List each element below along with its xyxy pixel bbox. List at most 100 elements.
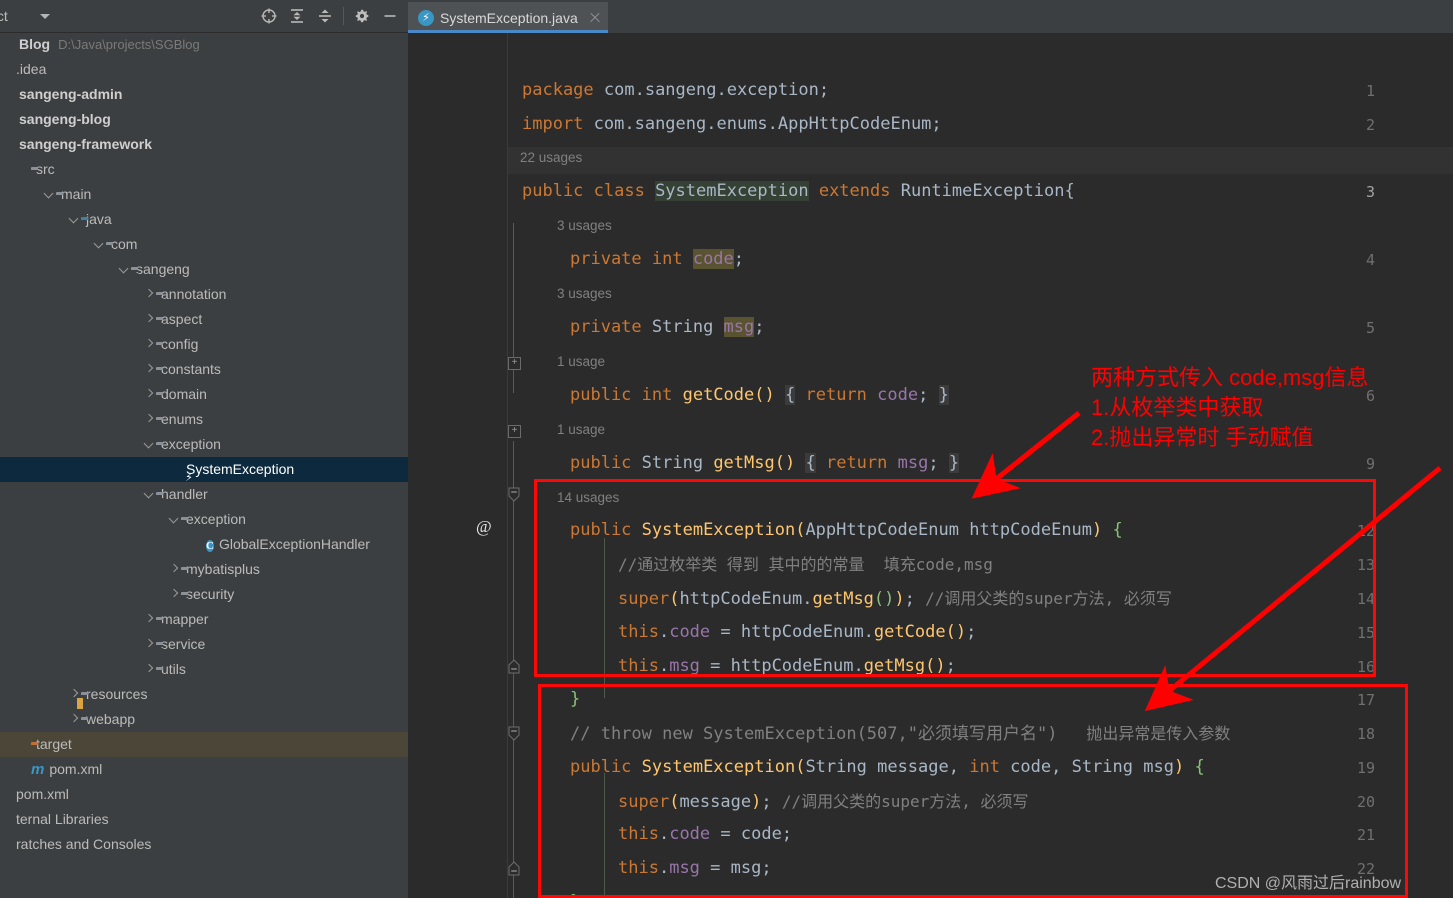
code-line-15: this.code = httpCodeEnum.getCode(); — [618, 622, 977, 642]
chevron-down-icon[interactable] — [42, 182, 56, 207]
tree-item-label: handler — [161, 486, 208, 502]
tree-item-label: resources — [86, 686, 148, 702]
tree-item-exception[interactable]: exception — [0, 507, 408, 532]
tree-item-resources[interactable]: resources — [0, 682, 408, 707]
expand-all-icon[interactable] — [283, 2, 311, 30]
tree-item-label: .idea — [16, 61, 47, 77]
tree-item-label: Blog — [19, 36, 51, 52]
project-tree[interactable]: Blog D:\Java\projects\SGBlog .idea sangeng-… — [0, 32, 408, 898]
tree-item-java[interactable]: java — [0, 207, 408, 232]
tree-item-label: src — [36, 161, 55, 177]
tree-item-service[interactable]: service — [0, 632, 408, 657]
tree-item-domain[interactable]: domain — [0, 382, 408, 407]
chevron-right-icon[interactable] — [67, 707, 81, 732]
tree-item-label: exception — [186, 511, 246, 527]
tree-item-webapp[interactable]: webapp — [0, 707, 408, 732]
tree-item-label: com — [111, 236, 138, 252]
tree-item-label: security — [186, 586, 235, 602]
chevron-right-icon[interactable] — [142, 282, 156, 307]
code-surface[interactable]: 1234569121314151617181920212223 + + @ — [408, 33, 1453, 898]
tree-item-label: target — [36, 736, 72, 752]
chevron-right-icon[interactable] — [142, 632, 156, 657]
tree-item-mybatisplus[interactable]: mybatisplus — [0, 557, 408, 582]
tree-item-label: annotation — [161, 286, 227, 302]
tree-item-label: pom.xml — [49, 761, 103, 777]
project-path-label: D:\Java\projects\SGBlog — [58, 37, 200, 52]
tree-item-label: ratches and Consoles — [16, 836, 152, 852]
chevron-right-icon[interactable] — [142, 382, 156, 407]
tree-item-sangeng-framework[interactable]: sangeng-framework — [0, 132, 408, 157]
editor-gutter[interactable] — [408, 33, 508, 898]
locate-icon[interactable] — [255, 2, 283, 30]
tree-item-label: enums — [161, 411, 204, 427]
tree-item-pom-xml[interactable]: pom.xml — [0, 782, 408, 807]
maven-icon: m — [31, 757, 44, 782]
minimize-icon[interactable] — [376, 2, 404, 30]
chevron-right-icon[interactable] — [167, 582, 181, 607]
tree-item-sangeng[interactable]: sangeng — [0, 257, 408, 282]
chevron-down-icon[interactable] — [142, 432, 156, 457]
tree-item-sangeng-admin[interactable]: sangeng-admin — [0, 82, 408, 107]
tree-item-enums[interactable]: enums — [0, 407, 408, 432]
chevron-down-icon[interactable] — [117, 257, 131, 282]
chevron-down-icon[interactable] — [167, 507, 181, 532]
tree-item-security[interactable]: security — [0, 582, 408, 607]
chevron-right-icon[interactable] — [142, 657, 156, 682]
tree-item-label: SystemException — [186, 461, 295, 477]
chevron-right-icon[interactable] — [142, 357, 156, 382]
tree-item-exception[interactable]: exception — [0, 432, 408, 457]
tree-item-label: GlobalExceptionHandler — [218, 536, 370, 552]
chevron-down-icon[interactable] — [40, 14, 50, 19]
collapse-all-icon[interactable] — [311, 2, 339, 30]
tree-item-main[interactable]: main — [0, 182, 408, 207]
gear-icon[interactable] — [348, 2, 376, 30]
chevron-down-icon[interactable] — [67, 207, 81, 232]
tree-item-com[interactable]: com — [0, 232, 408, 257]
tree-item-sangeng-blog[interactable]: sangeng-blog — [0, 107, 408, 132]
code-line-6: public int getCode() { return code; } — [570, 385, 949, 405]
tree-item-target[interactable]: target — [0, 732, 408, 757]
code-lines: package com.sangeng.exception; import co… — [508, 33, 1453, 898]
tree-item-annotation[interactable]: annotation — [0, 282, 408, 307]
tree-item-utils[interactable]: utils — [0, 657, 408, 682]
chevron-down-icon[interactable] — [92, 232, 106, 257]
tree-item-globalexceptionhandler[interactable]: C GlobalExceptionHandler — [0, 532, 408, 557]
chevron-right-icon[interactable] — [142, 307, 156, 332]
tab-systemexception-java[interactable]: SystemException.java — [408, 2, 608, 33]
close-icon[interactable] — [588, 11, 602, 25]
tree-item-ternal-libraries[interactable]: ternal Libraries — [0, 807, 408, 832]
code-line-9: public String getMsg() { return msg; } — [570, 453, 960, 473]
tree-item-systemexception[interactable]: SystemException — [0, 457, 408, 482]
tree-item-handler[interactable]: handler — [0, 482, 408, 507]
chevron-right-icon[interactable] — [142, 607, 156, 632]
chevron-right-icon[interactable] — [142, 332, 156, 357]
code-line-18: // throw new SystemException(507,"必须填写用户… — [570, 724, 1231, 744]
code-line-1: package com.sangeng.exception; — [522, 80, 830, 100]
tree-item-blog[interactable]: Blog D:\Java\projects\SGBlog — [0, 32, 408, 57]
tree-item-pom-xml[interactable]: m pom.xml — [0, 757, 408, 782]
tree-item-label: constants — [161, 361, 221, 377]
tree-item-label: config — [161, 336, 199, 352]
tree-item-mapper[interactable]: mapper — [0, 607, 408, 632]
tree-item-src[interactable]: src — [0, 157, 408, 182]
code-line-22: this.msg = msg; — [618, 858, 772, 878]
chevron-right-icon[interactable] — [142, 407, 156, 432]
tree-item-idea[interactable]: .idea — [0, 57, 408, 82]
code-editor: SystemException.java 1234569121314151617… — [408, 0, 1453, 898]
chevron-right-icon[interactable] — [167, 557, 181, 582]
tree-item-constants[interactable]: constants — [0, 357, 408, 382]
chevron-down-icon[interactable] — [142, 482, 156, 507]
tree-item-ratches-and-consoles[interactable]: ratches and Consoles — [0, 832, 408, 857]
tree-item-aspect[interactable]: aspect — [0, 307, 408, 332]
tree-item-label: main — [61, 186, 92, 202]
tree-item-config[interactable]: config — [0, 332, 408, 357]
